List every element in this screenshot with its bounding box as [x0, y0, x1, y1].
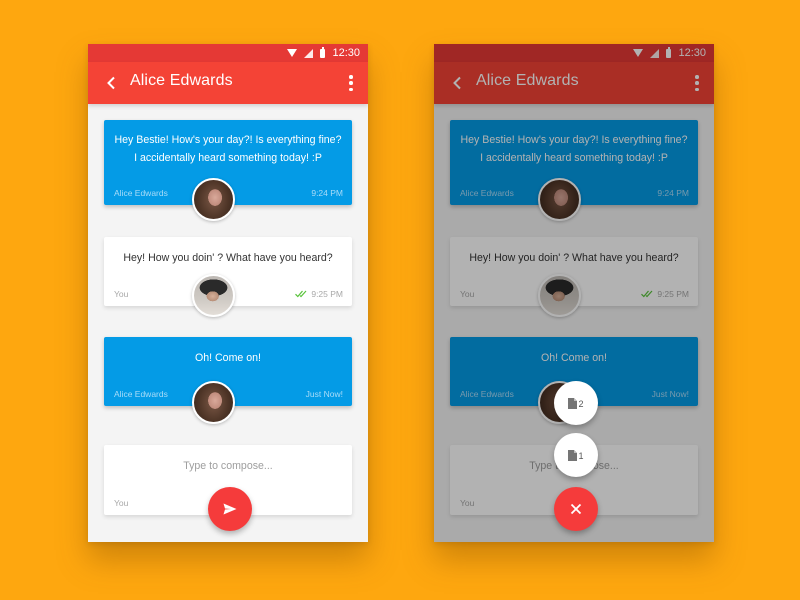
double-check-icon	[295, 290, 307, 298]
conversation-title: Alice Edwards	[130, 72, 233, 89]
chat-screen: 12:30 Alice Edwards Hey Bestie! How's yo…	[88, 44, 368, 542]
compose-input[interactable]: Type to compose...	[104, 457, 352, 475]
send-button[interactable]	[208, 487, 252, 531]
status-time: 12:30	[332, 47, 360, 59]
close-icon	[570, 503, 582, 515]
status-bar: 12:30	[88, 44, 368, 62]
attach-document-2-button[interactable]: 2	[554, 381, 598, 425]
more-vert-icon[interactable]	[348, 75, 354, 91]
message-sender: Alice Edwards	[114, 188, 168, 198]
message-text: Hey! How you doin' ? What have you heard…	[123, 252, 333, 264]
back-arrow-icon[interactable]	[106, 76, 118, 90]
wifi-icon	[287, 49, 298, 57]
message-time: 9:24 PM	[311, 188, 343, 198]
avatar[interactable]	[192, 178, 235, 221]
avatar[interactable]	[192, 381, 235, 424]
message-time: 9:25 PM	[311, 289, 343, 299]
signal-icon	[304, 48, 314, 58]
message-time: Just Now!	[305, 389, 343, 399]
chat-screen-fab-open: 12:30 Alice Edwards Hey Bestie! How's yo…	[434, 44, 714, 542]
attach-document-1-button[interactable]: 1	[554, 433, 598, 477]
document-icon	[568, 397, 578, 409]
message-sender: Alice Edwards	[114, 389, 168, 399]
badge-count: 2	[578, 398, 584, 409]
message-text: Oh! Come on!	[195, 352, 261, 364]
send-icon	[223, 503, 237, 515]
document-icon	[568, 449, 578, 461]
battery-icon	[320, 47, 326, 58]
message-sender: You	[114, 289, 129, 299]
avatar[interactable]	[192, 274, 235, 317]
badge-count: 1	[578, 450, 584, 461]
message-text: Hey Bestie! How's your day?! Is everythi…	[114, 134, 342, 164]
compose-sender: You	[114, 498, 129, 508]
close-button[interactable]	[554, 487, 598, 531]
app-bar: Alice Edwards	[88, 62, 368, 104]
